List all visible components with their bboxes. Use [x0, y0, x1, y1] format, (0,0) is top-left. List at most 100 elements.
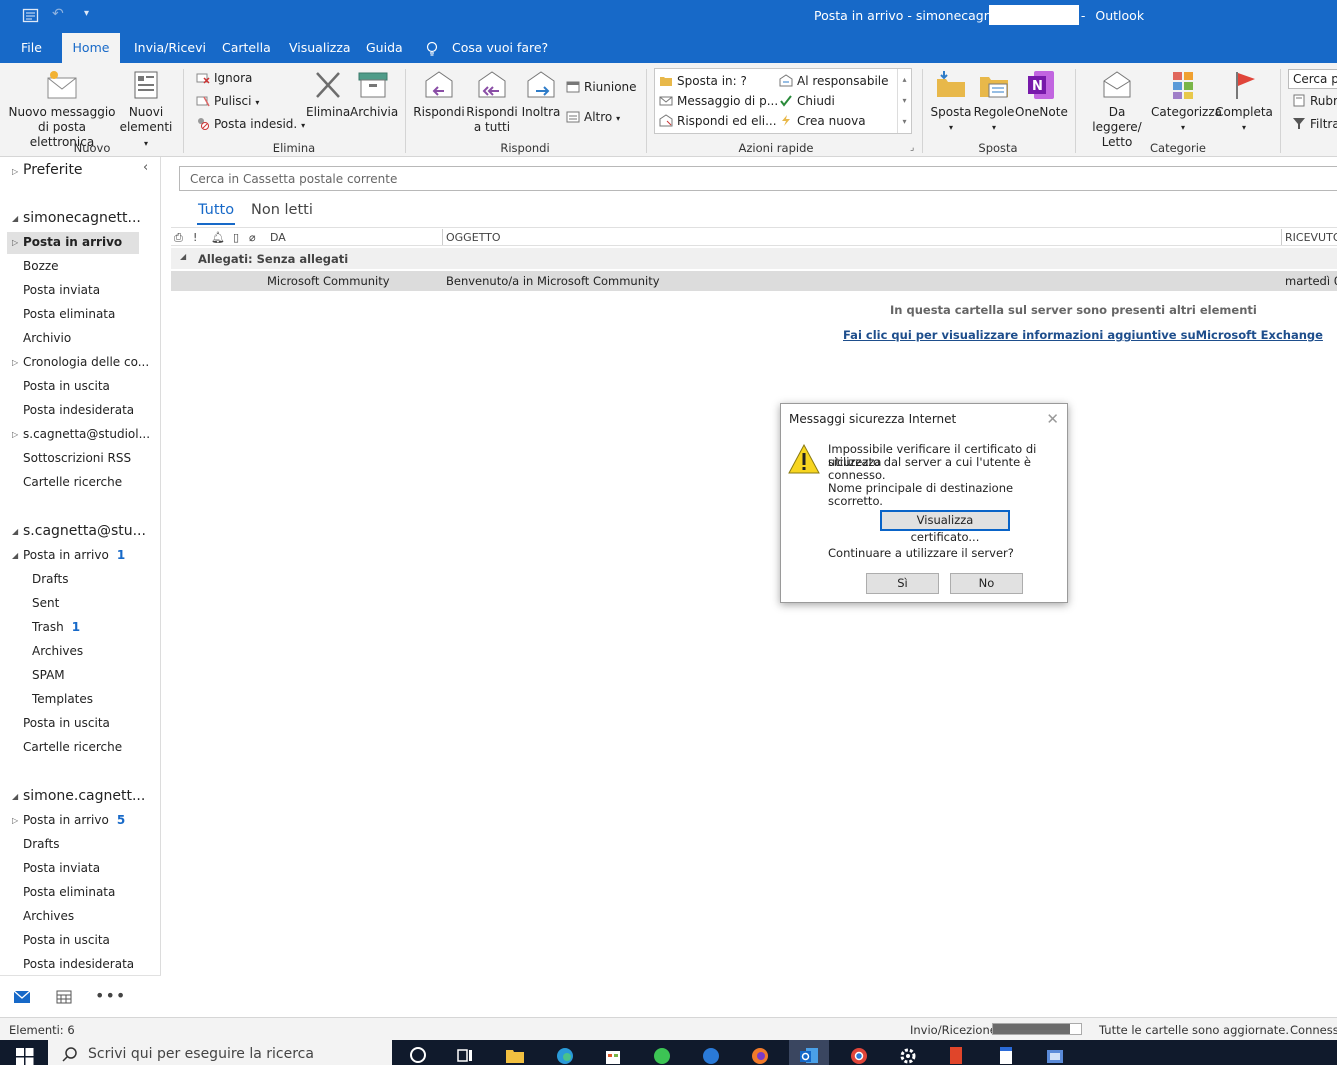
chrome-icon[interactable]	[849, 1045, 869, 1065]
expand-icon[interactable]: ▷	[12, 816, 18, 825]
expand-icon[interactable]: ▷	[12, 167, 18, 176]
filter-all-tab[interactable]: Tutto	[198, 202, 234, 218]
item-type-column-icon[interactable]: ▯	[233, 231, 239, 244]
account-header-1[interactable]: simonecagnett...	[23, 210, 141, 226]
collapse-icon[interactable]: ◢	[12, 551, 18, 560]
folder-outbox[interactable]: Posta in uscita	[23, 379, 110, 393]
folder-inbox-2[interactable]: Posta in arrivo 1	[23, 548, 125, 562]
folder-sent[interactable]: Posta inviata	[23, 283, 100, 297]
folder-drafts-2[interactable]: Drafts	[32, 572, 69, 586]
folder-conversation-history[interactable]: Cronologia delle co...	[23, 355, 149, 369]
folder-sent-3[interactable]: Posta inviata	[23, 861, 100, 875]
ignore-button[interactable]: Ignora	[196, 70, 252, 86]
dialog-launcher-icon[interactable]: ⌟	[910, 143, 914, 153]
folder-archives-2[interactable]: Archives	[32, 644, 83, 658]
customize-qat-icon[interactable]: ▾	[84, 8, 89, 19]
tab-send-receive[interactable]: Invia/Ricevi	[124, 33, 216, 63]
onenote-button[interactable]: N OneNote	[1015, 69, 1068, 120]
collapse-icon[interactable]: ◢	[12, 214, 18, 223]
rules-button[interactable]: Regole ▾	[973, 69, 1015, 135]
quick-step-move-to[interactable]: Sposta in: ?	[659, 73, 747, 89]
unread-read-button[interactable]: Da leggere/ Letto	[1083, 69, 1151, 150]
folder-archive[interactable]: Archivio	[23, 331, 71, 345]
firefox-icon[interactable]	[750, 1045, 770, 1065]
folder-trash-2[interactable]: Trash 1	[32, 620, 80, 634]
folder-spam-2[interactable]: SPAM	[32, 668, 65, 682]
close-icon[interactable]: ✕	[1046, 410, 1059, 428]
expand-icon[interactable]: ▷	[12, 238, 18, 247]
yes-button[interactable]: Sì	[866, 573, 939, 594]
column-from[interactable]: DA	[270, 231, 286, 244]
folder-drafts-3[interactable]: Drafts	[23, 837, 60, 851]
group-header[interactable]: ◢ Allegati: Senza allegati	[171, 248, 1337, 269]
cortana-icon[interactable]	[408, 1045, 428, 1065]
collapse-pane-icon[interactable]: ‹	[143, 160, 148, 175]
no-button[interactable]: No	[950, 573, 1023, 594]
task-view-icon[interactable]	[455, 1045, 475, 1065]
collapse-icon[interactable]: ◢	[12, 527, 18, 536]
mail-app-icon[interactable]	[701, 1045, 721, 1065]
cleanup-button[interactable]: Pulisci ▾	[196, 93, 259, 111]
folder-sent-2[interactable]: Sent	[32, 596, 59, 610]
quick-step-create-new[interactable]: Crea nuova	[779, 113, 866, 129]
follow-up-button[interactable]: Completa ▾	[1215, 69, 1273, 135]
folder-deleted[interactable]: Posta eliminata	[23, 307, 115, 321]
settings-icon[interactable]	[898, 1045, 918, 1065]
windows-start-icon[interactable]	[16, 1048, 34, 1065]
whatsapp-icon[interactable]	[652, 1045, 672, 1065]
junk-button[interactable]: Posta indesid. ▾	[196, 116, 305, 134]
table-row[interactable]: Microsoft Community Benvenuto/a in Micro…	[171, 271, 1337, 291]
folder-shared-mailbox[interactable]: s.cagnetta@studiol...	[23, 427, 150, 441]
document-icon[interactable]	[996, 1045, 1016, 1065]
column-received[interactable]: RICEVUTO	[1285, 231, 1337, 244]
edge-icon[interactable]	[555, 1045, 575, 1065]
office-icon[interactable]	[946, 1045, 966, 1065]
chevron-down-icon[interactable]: ▾	[898, 90, 911, 111]
address-book-button[interactable]: Rubr	[1292, 93, 1337, 109]
folder-junk-3[interactable]: Posta indesiderata	[23, 957, 134, 971]
quick-step-done[interactable]: Chiudi	[779, 93, 835, 109]
expand-icon[interactable]: ▷	[12, 358, 18, 367]
more-items-link[interactable]: Fai clic qui per visualizzare informazio…	[843, 328, 1323, 342]
file-explorer-icon[interactable]	[505, 1045, 525, 1065]
outlook-icon[interactable]	[799, 1045, 819, 1065]
folder-drafts[interactable]: Bozze	[23, 259, 59, 273]
tab-folder[interactable]: Cartella	[212, 33, 281, 63]
quick-step-reply-delete[interactable]: Rispondi ed eli...	[659, 113, 777, 129]
chevron-up-icon[interactable]: ▴	[898, 69, 911, 90]
importance-column-icon[interactable]: !	[193, 231, 197, 244]
view-certificate-button[interactable]: Visualizza certificato...	[880, 510, 1010, 544]
favorites-header[interactable]: Preferite	[23, 162, 83, 178]
reply-all-button[interactable]: Rispondi a tutti	[465, 69, 519, 135]
expand-icon[interactable]: ▷	[12, 430, 18, 439]
search-people-input[interactable]: Cerca pe	[1288, 69, 1337, 89]
quick-step-to-manager[interactable]: Al responsabile	[779, 73, 889, 89]
folder-outbox-2[interactable]: Posta in uscita	[23, 716, 110, 730]
filter-email-button[interactable]: Filtra	[1292, 116, 1337, 132]
search-input[interactable]: Cerca in Cassetta postale corrente	[179, 166, 1337, 191]
folder-search-folders[interactable]: Cartelle ricerche	[23, 475, 122, 489]
more-apps-icon[interactable]: •••	[95, 986, 126, 1005]
forward-button[interactable]: Inoltra	[519, 69, 563, 120]
attachment-column-icon[interactable]: ⌀	[249, 231, 256, 244]
tab-help[interactable]: Guida	[356, 33, 413, 63]
more-respond-button[interactable]: Altro ▾	[566, 109, 620, 127]
collapse-icon[interactable]: ◢	[12, 792, 18, 801]
folder-deleted-3[interactable]: Posta eliminata	[23, 885, 115, 899]
meeting-button[interactable]: Riunione	[566, 79, 637, 95]
move-button[interactable]: Sposta ▾	[929, 69, 973, 135]
app-menu-icon[interactable]	[22, 7, 39, 28]
store-icon[interactable]	[603, 1045, 623, 1065]
reply-button[interactable]: Rispondi	[413, 69, 465, 120]
mail-icon[interactable]	[13, 990, 31, 1004]
new-email-button[interactable]: Nuovo messaggio di posta elettronica	[8, 69, 116, 150]
delete-button[interactable]: Elimina	[306, 69, 350, 120]
folder-inbox-3[interactable]: Posta in arrivo 5	[23, 813, 125, 827]
icon-column-icon[interactable]: ⎙	[174, 231, 183, 245]
quick-steps-scroll[interactable]: ▴ ▾ ▾	[897, 69, 911, 133]
calendar-icon[interactable]	[56, 990, 72, 1004]
tab-home[interactable]: Home	[62, 33, 120, 63]
undo-icon[interactable]: ↶	[52, 6, 64, 22]
folder-outbox-3[interactable]: Posta in uscita	[23, 933, 110, 947]
folder-inbox[interactable]: Posta in arrivo	[23, 235, 122, 249]
